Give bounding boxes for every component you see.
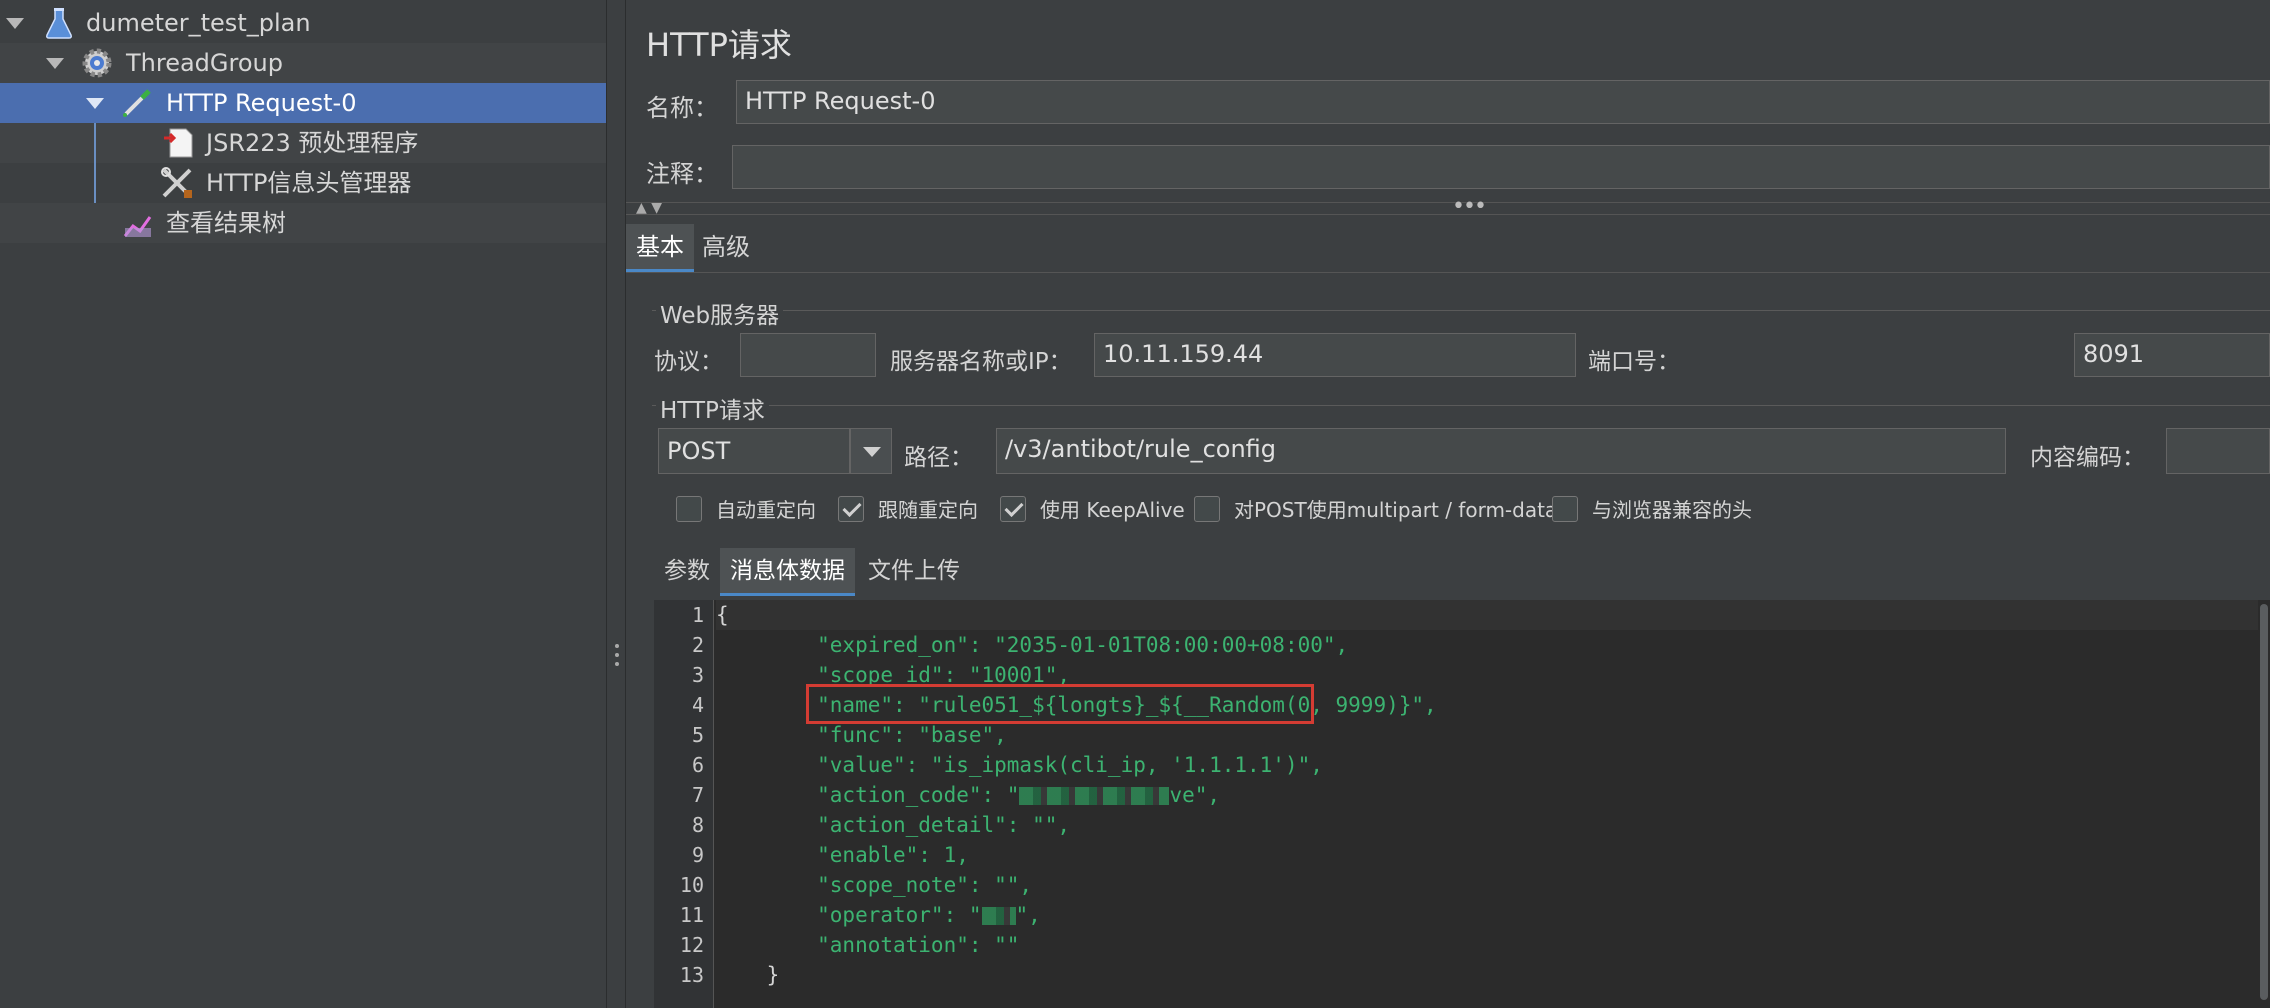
tab-parameters[interactable]: 参数: [654, 548, 720, 596]
tree-item-view-results-tree[interactable]: 查看结果树: [0, 203, 606, 243]
tree-item-jsr223[interactable]: JSR223 预处理程序: [0, 123, 606, 163]
flask-icon: [46, 8, 72, 39]
protocol-label: 协议：: [654, 349, 723, 375]
code-line: }: [716, 963, 780, 987]
code-line: "action_detail": "",: [716, 813, 1071, 837]
gear-icon: [82, 48, 112, 78]
tree-item-thread-group[interactable]: ThreadGroup: [0, 43, 606, 83]
highlight-box: [806, 684, 1314, 724]
chevron-down-icon: [863, 447, 881, 457]
line-number: 8: [691, 813, 704, 837]
line-number: 11: [679, 903, 704, 927]
redacted-text: [1019, 787, 1170, 805]
tab-advanced[interactable]: 高级: [692, 224, 760, 272]
tree-empty-area: [0, 243, 606, 1008]
page-title: HTTP请求: [646, 26, 792, 64]
follow-redirect-label: 跟随重定向: [878, 498, 978, 522]
line-number: 2: [691, 633, 704, 657]
tree-item-label: HTTP信息头管理器: [206, 169, 412, 197]
path-field[interactable]: /v3/antibot/rule_config: [996, 428, 2006, 474]
tree-item-label: ThreadGroup: [126, 49, 283, 77]
code-line: "expired_on": "2035-01-01T08:00:00+08:00…: [716, 633, 1349, 657]
line-number: 10: [679, 873, 704, 897]
keepalive-checkbox[interactable]: [1000, 496, 1026, 522]
auto-redirect-checkbox[interactable]: [676, 496, 702, 522]
code-line-operator: "operator": " ",: [716, 903, 1041, 927]
chart-icon: [123, 216, 152, 237]
line-number: 4: [691, 693, 704, 717]
line-number: 9: [691, 843, 704, 867]
tree-item-label: JSR223 预处理程序: [206, 129, 419, 157]
collapse-arrow-icon[interactable]: [6, 18, 24, 29]
encoding-field[interactable]: [2166, 428, 2270, 474]
code-line: "value": "is_ipmask(cli_ip, '1.1.1.1')",: [716, 753, 1323, 777]
line-number: 7: [691, 783, 704, 807]
code-line-text: "action_code": ": [716, 783, 1020, 807]
server-field[interactable]: 10.11.159.44: [1094, 333, 1576, 377]
tree-item-header-manager[interactable]: HTTP信息头管理器: [0, 163, 606, 203]
protocol-field[interactable]: [740, 333, 876, 377]
port-label: 端口号：: [1588, 349, 1680, 375]
tab-body-data[interactable]: 消息体数据: [720, 548, 855, 596]
tab-basic[interactable]: 基本: [626, 224, 694, 272]
multipart-checkbox[interactable]: [1194, 496, 1220, 522]
code-line: "annotation": "": [716, 933, 1020, 957]
auto-redirect-label: 自动重定向: [716, 498, 816, 522]
comment-label: 注释：: [646, 160, 718, 188]
code-line-text: "enable": 1,: [716, 843, 969, 867]
code-line: "scope_note": "",: [716, 873, 1033, 897]
code-line-action-code: "action_code": " ve",: [716, 783, 1221, 807]
follow-redirect-checkbox[interactable]: [838, 496, 864, 522]
path-label: 路径：: [904, 445, 973, 471]
redacted-text: [981, 907, 1016, 925]
web-server-section-title: Web服务器: [656, 296, 784, 330]
test-plan-tree[interactable]: dumeter_test_plan ThreadGroup HTTP Reque…: [0, 0, 606, 1008]
body-data-editor[interactable]: 1 2 3 4 5 6 7 8 9 10 11 12 13 { "expired…: [654, 600, 2270, 1008]
scrollbar-thumb[interactable]: [2260, 604, 2268, 1000]
tree-item-http-request[interactable]: HTTP Request-0: [0, 83, 606, 123]
code-line-enable: "enable": 1,: [716, 840, 969, 870]
encoding-label: 内容编码：: [2030, 445, 2145, 471]
line-number: 5: [691, 723, 704, 747]
tree-item-label: HTTP Request-0: [166, 89, 357, 117]
code-line-text: "operator": ": [716, 903, 982, 927]
server-label: 服务器名称或IP：: [890, 349, 1072, 375]
method-select[interactable]: POST: [658, 428, 850, 474]
tree-item-label: dumeter_test_plan: [86, 9, 311, 37]
tab-file-upload[interactable]: 文件上传: [858, 548, 970, 596]
comment-field[interactable]: [732, 145, 2270, 189]
line-number: 13: [679, 963, 704, 987]
splitter-handle[interactable]: [606, 0, 626, 1008]
drag-dots-icon: [615, 644, 619, 671]
tree-connector-line: [94, 123, 96, 203]
pipette-icon: [123, 89, 151, 117]
browser-compatible-headers-checkbox[interactable]: [1552, 496, 1578, 522]
method-dropdown-button[interactable]: [850, 428, 892, 474]
tree-item-test-plan[interactable]: dumeter_test_plan: [0, 3, 606, 43]
keepalive-label: 使用 KeepAlive: [1040, 498, 1185, 522]
code-line: "func": "base",: [716, 723, 1007, 747]
line-number: 3: [691, 663, 704, 687]
line-number: 1: [691, 603, 704, 627]
collapse-arrow-icon[interactable]: [86, 98, 104, 109]
browser-compatible-headers-label: 与浏览器兼容的头: [1592, 498, 1752, 522]
line-number: 6: [691, 753, 704, 777]
script-icon: [164, 128, 193, 158]
tree-item-label: 查看结果树: [166, 209, 286, 237]
resize-dots-icon[interactable]: •••: [1452, 194, 1487, 219]
http-request-section-title: HTTP请求: [656, 391, 769, 425]
line-number: 12: [679, 933, 704, 957]
name-field[interactable]: HTTP Request-0: [736, 80, 2270, 124]
name-label: 名称：: [646, 94, 718, 122]
multipart-label: 对POST使用multipart / form-data: [1234, 498, 1558, 522]
code-line: {: [716, 600, 2262, 630]
editor-scrollbar[interactable]: [2258, 600, 2270, 1008]
tools-icon: [161, 167, 192, 198]
line-number-gutter: 1 2 3 4 5 6 7 8 9 10 11 12 13: [654, 600, 714, 1008]
port-field[interactable]: 8091: [2074, 333, 2270, 377]
collapse-arrow-icon[interactable]: [46, 58, 64, 69]
